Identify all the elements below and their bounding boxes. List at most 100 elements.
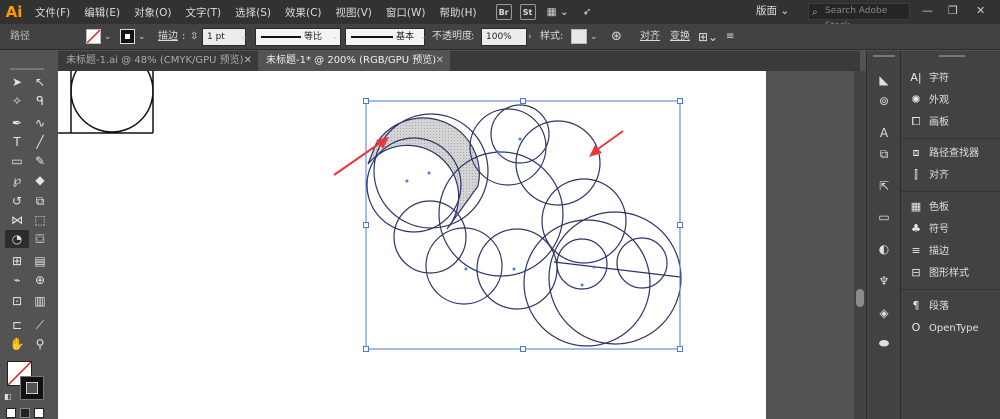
none-mode-icon[interactable]	[34, 408, 44, 418]
perspective-grid-tool-icon[interactable]: ⊞	[7, 252, 27, 270]
close-tab-icon[interactable]: ✕	[436, 51, 444, 71]
vertical-scrollbar[interactable]	[854, 71, 866, 419]
hand-tool-icon[interactable]: ✋	[7, 335, 27, 353]
circle[interactable]	[393, 200, 467, 274]
circle[interactable]	[476, 228, 558, 310]
shape-builder-tool-icon[interactable]: ◔	[5, 230, 29, 248]
bridge-button[interactable]: Br	[495, 4, 512, 20]
panel-symbols[interactable]: ♣ 符号	[907, 220, 949, 238]
opacity-label[interactable]: 不透明度	[432, 28, 472, 46]
partial-circle[interactable]	[70, 71, 154, 133]
eraser-tool-icon[interactable]: ◆	[30, 171, 50, 189]
pen-tool-icon[interactable]: ✒	[7, 114, 27, 132]
stroke-stepper-icon[interactable]: :	[182, 28, 185, 46]
variable-width-profile[interactable]: 等比	[255, 28, 341, 46]
arrange-documents-icon[interactable]: ▦ ⌄	[540, 6, 576, 18]
circle[interactable]	[556, 238, 608, 290]
stroke-color-box[interactable]	[20, 376, 44, 400]
paintbrush-tool-icon[interactable]: ✎	[30, 152, 50, 170]
menu-object[interactable]: 对象(O)	[127, 5, 178, 20]
menu-type[interactable]: 文字(T)	[179, 5, 229, 20]
menu-select[interactable]: 选择(S)	[228, 5, 278, 20]
panel-character[interactable]: A| 字符	[907, 69, 949, 87]
lasso-tool-icon[interactable]: ᑫ	[30, 92, 50, 110]
close-window-icon[interactable]: ✕	[976, 4, 985, 17]
panel-pathfinder[interactable]: ⧈ 路径查找器	[907, 144, 980, 162]
panel-artboards[interactable]: ⧠ 画板	[907, 113, 949, 131]
fill-swatch[interactable]	[86, 29, 101, 44]
brush-definition[interactable]: 基本	[345, 28, 425, 46]
width-tool-icon[interactable]: ⋈	[7, 211, 27, 229]
minimize-icon[interactable]: —	[922, 4, 933, 17]
circle[interactable]	[490, 104, 550, 164]
gradient-tool-icon[interactable]: ▤	[30, 252, 50, 270]
close-tab-icon[interactable]: ✕	[244, 51, 252, 71]
magic-wand-tool-icon[interactable]: ✧	[7, 92, 27, 110]
maximize-icon[interactable]: ❐	[948, 4, 958, 17]
zoom-tool-icon[interactable]: ⚲	[30, 335, 50, 353]
transparency-icon[interactable]: ◐	[876, 241, 892, 257]
fill-dropdown-icon[interactable]: ⌄	[104, 28, 112, 46]
panel-graphic-styles[interactable]: ⊟ 图形样式	[907, 264, 969, 282]
default-colors-icon[interactable]: ◧	[4, 392, 12, 401]
gradient-mode-icon[interactable]	[20, 408, 30, 418]
gpu-performance-icon[interactable]: ➶	[576, 6, 599, 18]
puppet-warp-icon[interactable]: ♆	[876, 273, 892, 289]
color-themes-icon[interactable]: ⬬	[876, 335, 892, 351]
workspace-switcher[interactable]: 版面 ⌄	[756, 3, 789, 18]
live-paint-bucket-icon[interactable]: ⛋	[30, 230, 50, 248]
scrollbar-thumb[interactable]	[856, 289, 864, 307]
circle[interactable]	[366, 137, 462, 233]
artwork-svg[interactable]	[58, 71, 766, 419]
stroke-label[interactable]: 描边	[158, 28, 178, 46]
circle[interactable]	[616, 237, 668, 289]
export-icon[interactable]: ⇱	[876, 178, 892, 194]
menu-edit[interactable]: 编辑(E)	[77, 5, 127, 20]
image-trace-icon[interactable]: ⊚	[876, 93, 892, 109]
direct-selection-tool-icon[interactable]: ↖	[30, 73, 50, 91]
layers-icon[interactable]: ◈	[876, 305, 892, 321]
stroke-weight-dropdown-icon[interactable]: ⌄	[240, 28, 248, 46]
symbol-sprayer-tool-icon[interactable]: ⊡	[7, 292, 27, 310]
column-graph-tool-icon[interactable]: ▥	[30, 292, 50, 310]
artboard-tool-icon[interactable]: ⊏	[7, 316, 27, 334]
stroke-dropdown-icon[interactable]: ⌄	[138, 28, 146, 46]
stock-search-input[interactable]: ⌕ Search Adobe Stock	[808, 3, 910, 31]
eyedropper-tool-icon[interactable]: ⌁	[7, 271, 27, 289]
panel-opentype[interactable]: O OpenType	[907, 319, 979, 337]
menu-help[interactable]: 帮助(H)	[433, 5, 484, 20]
shaper-tool-icon[interactable]: ℘	[7, 171, 27, 189]
menu-view[interactable]: 视图(V)	[329, 5, 379, 20]
isolate-object-icon[interactable]: ⊞⌄	[698, 28, 718, 46]
blend-tool-icon[interactable]: ⊕	[30, 271, 50, 289]
links-icon[interactable]: ⧉	[876, 146, 892, 162]
stroke-stepper-arrows-icon[interactable]: ⇳	[190, 28, 198, 46]
panel-stroke[interactable]: ≡ 描边	[907, 242, 949, 260]
line-tool-icon[interactable]: ╱	[30, 133, 50, 151]
rectangle-tool-icon[interactable]: ▭	[7, 152, 27, 170]
panel-appearance[interactable]: ✺ 外观	[907, 91, 949, 109]
curvature-tool-icon[interactable]: ∿	[30, 114, 50, 132]
type-tool-icon[interactable]: T	[7, 133, 27, 151]
recolor-artwork-icon[interactable]: ⊛	[611, 28, 622, 46]
artboard-canvas[interactable]	[58, 71, 766, 419]
free-transform-tool-icon[interactable]: ⬚	[30, 211, 50, 229]
rotate-tool-icon[interactable]: ↺	[7, 192, 27, 210]
color-guide-icon[interactable]: ◣	[876, 72, 892, 88]
menu-effect[interactable]: 效果(C)	[278, 5, 329, 20]
panel-swatches[interactable]: ▦ 色板	[907, 198, 949, 216]
opacity-arrow-icon[interactable]: ›	[528, 28, 532, 46]
tab-document-2[interactable]: 未标题-1* @ 200% (RGB/GPU 预览) ✕	[258, 51, 450, 71]
style-dropdown-icon[interactable]: ⌄	[590, 28, 598, 46]
graphic-style-swatch[interactable]	[571, 29, 587, 44]
color-mode-icon[interactable]	[6, 408, 16, 418]
opacity-field[interactable]: 100%	[481, 28, 527, 46]
panel-align[interactable]: ⫿ 对齐	[907, 166, 949, 184]
transform-link[interactable]: 变换	[670, 28, 690, 46]
menu-window[interactable]: 窗口(W)	[379, 5, 433, 20]
control-menu-icon[interactable]: ≡	[726, 28, 734, 46]
merged-filled-shape[interactable]	[367, 117, 480, 230]
stroke-swatch[interactable]	[120, 29, 135, 44]
panel-paragraph[interactable]: ¶ 段落	[907, 297, 950, 315]
slice-tool-icon[interactable]: ⟋	[30, 316, 50, 334]
